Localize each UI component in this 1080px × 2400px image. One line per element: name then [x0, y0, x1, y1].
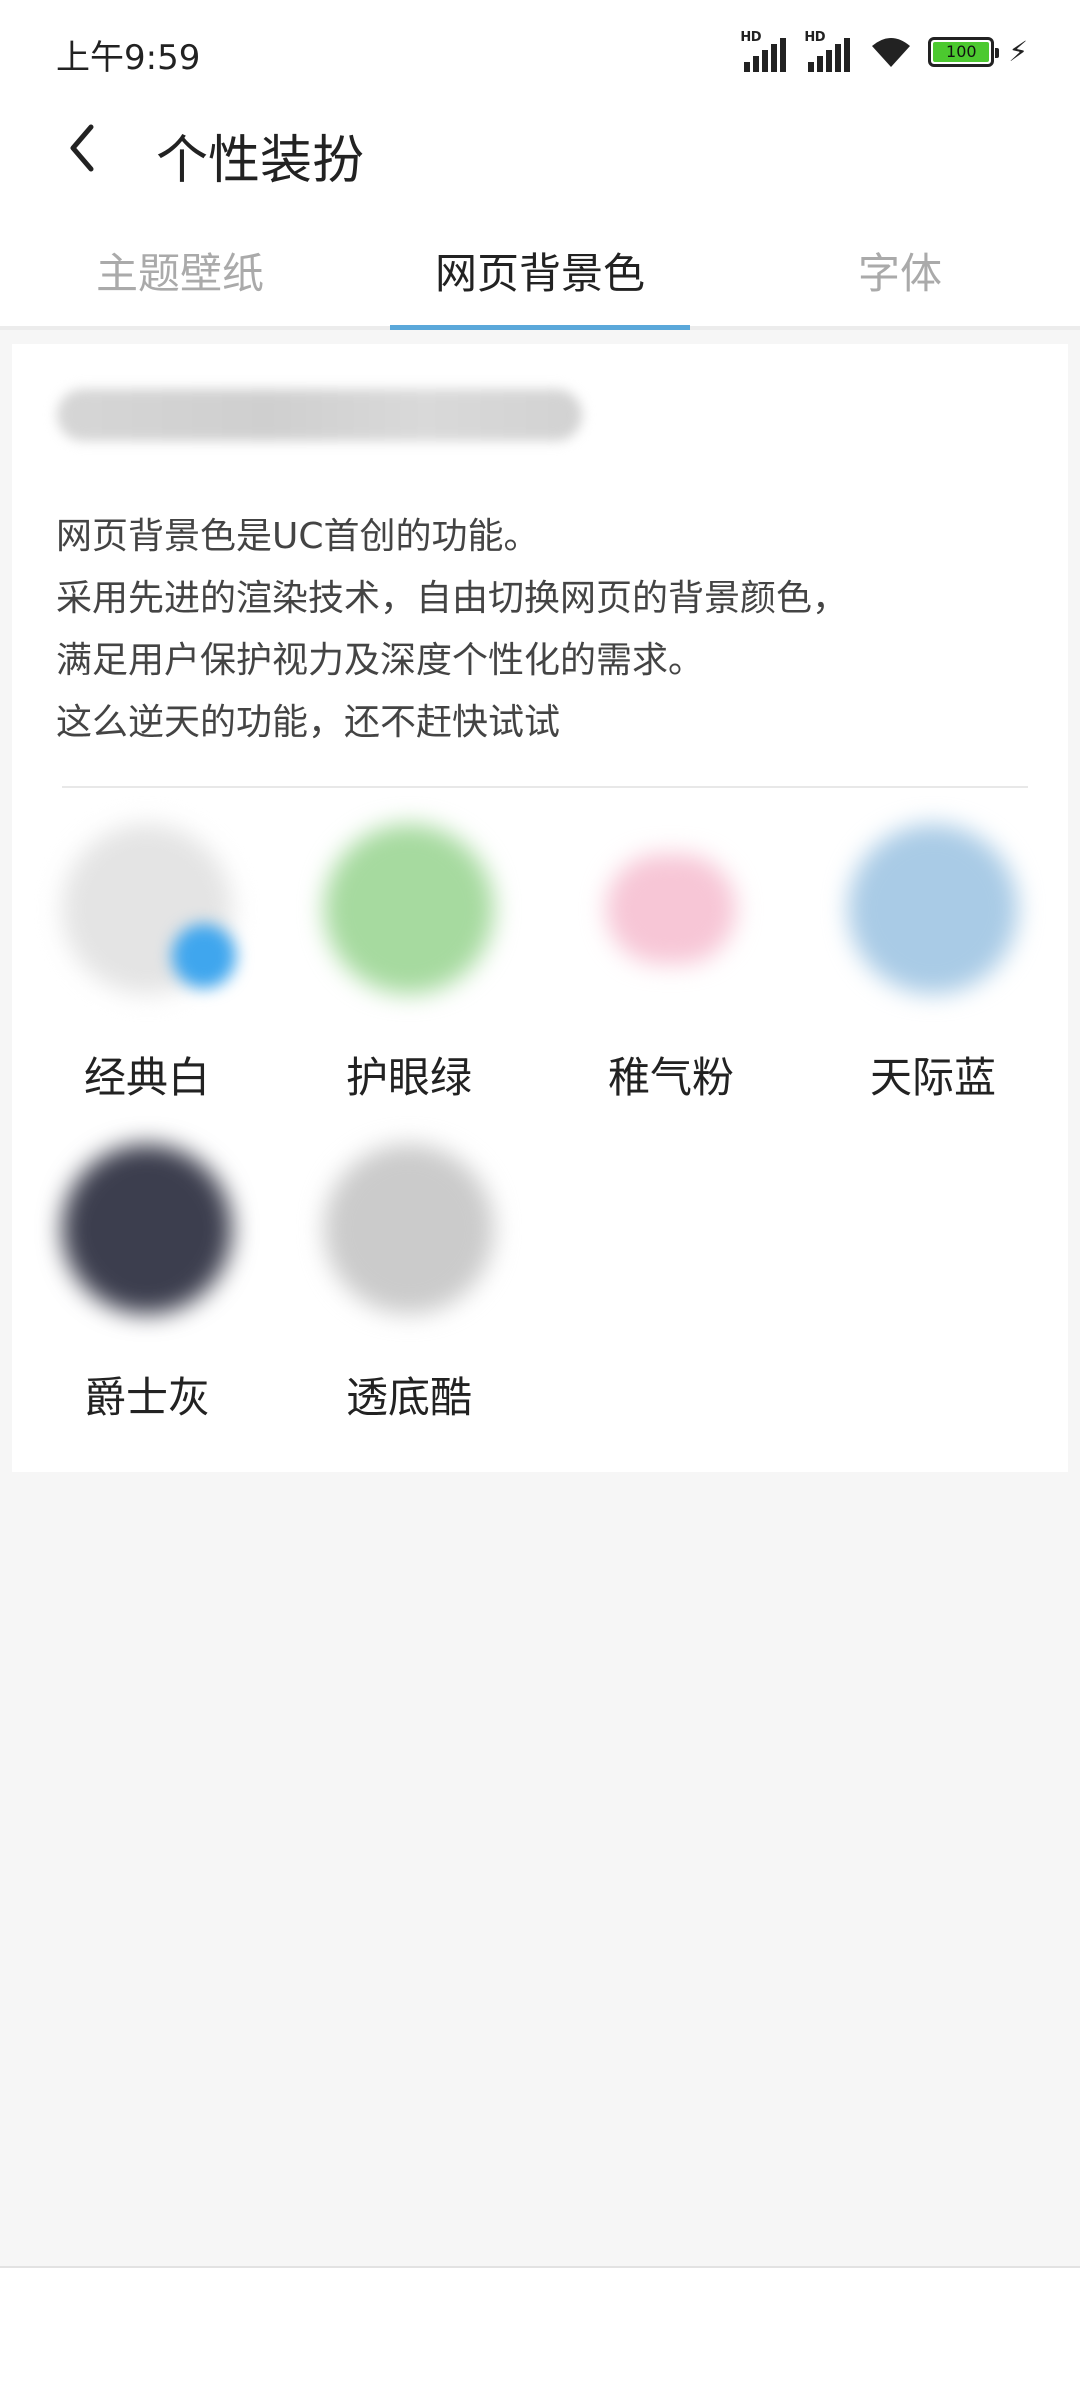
signal-icon: HD: [740, 30, 790, 72]
top-area: 上午9:59 HD HD 100 ⚡ 个性装扮 主题壁纸 网页背景色 字体: [0, 0, 1080, 330]
background-color-card: 网页背景色是UC首创的功能。 采用先进的渲染技术，自由切换网页的背景颜色， 满足…: [12, 344, 1068, 1472]
swatch-label: 经典白: [83, 1053, 210, 1102]
swatch-classic-white[interactable]: 经典白: [32, 824, 262, 1105]
selected-check-icon: [172, 924, 236, 988]
swatch-circle: [324, 824, 494, 994]
swatch-label: 稚气粉: [607, 1053, 734, 1102]
battery-level: 100: [933, 42, 990, 62]
swatch-eye-green[interactable]: 护眼绿: [294, 824, 524, 1105]
tab-font[interactable]: 字体: [720, 200, 1080, 326]
swatch-sky-blue[interactable]: 天际蓝: [818, 824, 1048, 1105]
tab-page-background[interactable]: 网页背景色: [360, 200, 720, 330]
blurred-heading: [57, 389, 582, 441]
swatch-cute-pink[interactable]: 稚气粉: [556, 824, 786, 1105]
description-line: 采用先进的渲染技术，自由切换网页的背景颜色，: [56, 578, 849, 619]
status-icons: HD HD 100 ⚡: [740, 30, 1028, 72]
charging-icon: ⚡: [1008, 35, 1028, 68]
page-title: 个性装扮: [156, 131, 365, 191]
description-line: 这么逆天的功能，还不赶快试试: [56, 702, 561, 743]
swatch-transparent-cool[interactable]: 透底酷: [294, 1144, 524, 1425]
swatch-circle: [62, 1144, 232, 1314]
chevron-left-icon: [70, 124, 94, 172]
description: 网页背景色是UC首创的功能。 采用先进的渲染技术，自由切换网页的背景颜色， 满足…: [56, 506, 1036, 754]
tab-theme-wallpaper[interactable]: 主题壁纸: [0, 200, 360, 326]
battery-icon: 100: [928, 37, 1000, 67]
swatch-circle: [848, 824, 1018, 994]
swatch-circle: [606, 854, 736, 964]
tab-bar: 主题壁纸 网页背景色 字体: [0, 200, 1080, 330]
swatch-label: 天际蓝: [869, 1053, 996, 1102]
divider: [62, 786, 1028, 788]
status-bar: 上午9:59 HD HD 100 ⚡: [0, 0, 1080, 100]
description-line: 满足用户保护视力及深度个性化的需求。: [56, 640, 705, 681]
status-time: 上午9:59: [56, 38, 201, 78]
swatch-label: 护眼绿: [345, 1053, 472, 1102]
swatch-jazz-gray[interactable]: 爵士灰: [32, 1144, 262, 1425]
signal-icon-2: HD: [804, 30, 854, 72]
swatch-circle: [324, 1144, 494, 1314]
wifi-icon: [868, 34, 914, 70]
description-line: 网页背景色是UC首创的功能。: [56, 516, 540, 557]
app-header: 个性装扮: [0, 100, 1080, 200]
swatch-label: 透底酷: [345, 1373, 472, 1422]
swatch-label: 爵士灰: [83, 1373, 210, 1422]
back-button[interactable]: [52, 118, 112, 178]
bottom-bar: [0, 2266, 1080, 2400]
